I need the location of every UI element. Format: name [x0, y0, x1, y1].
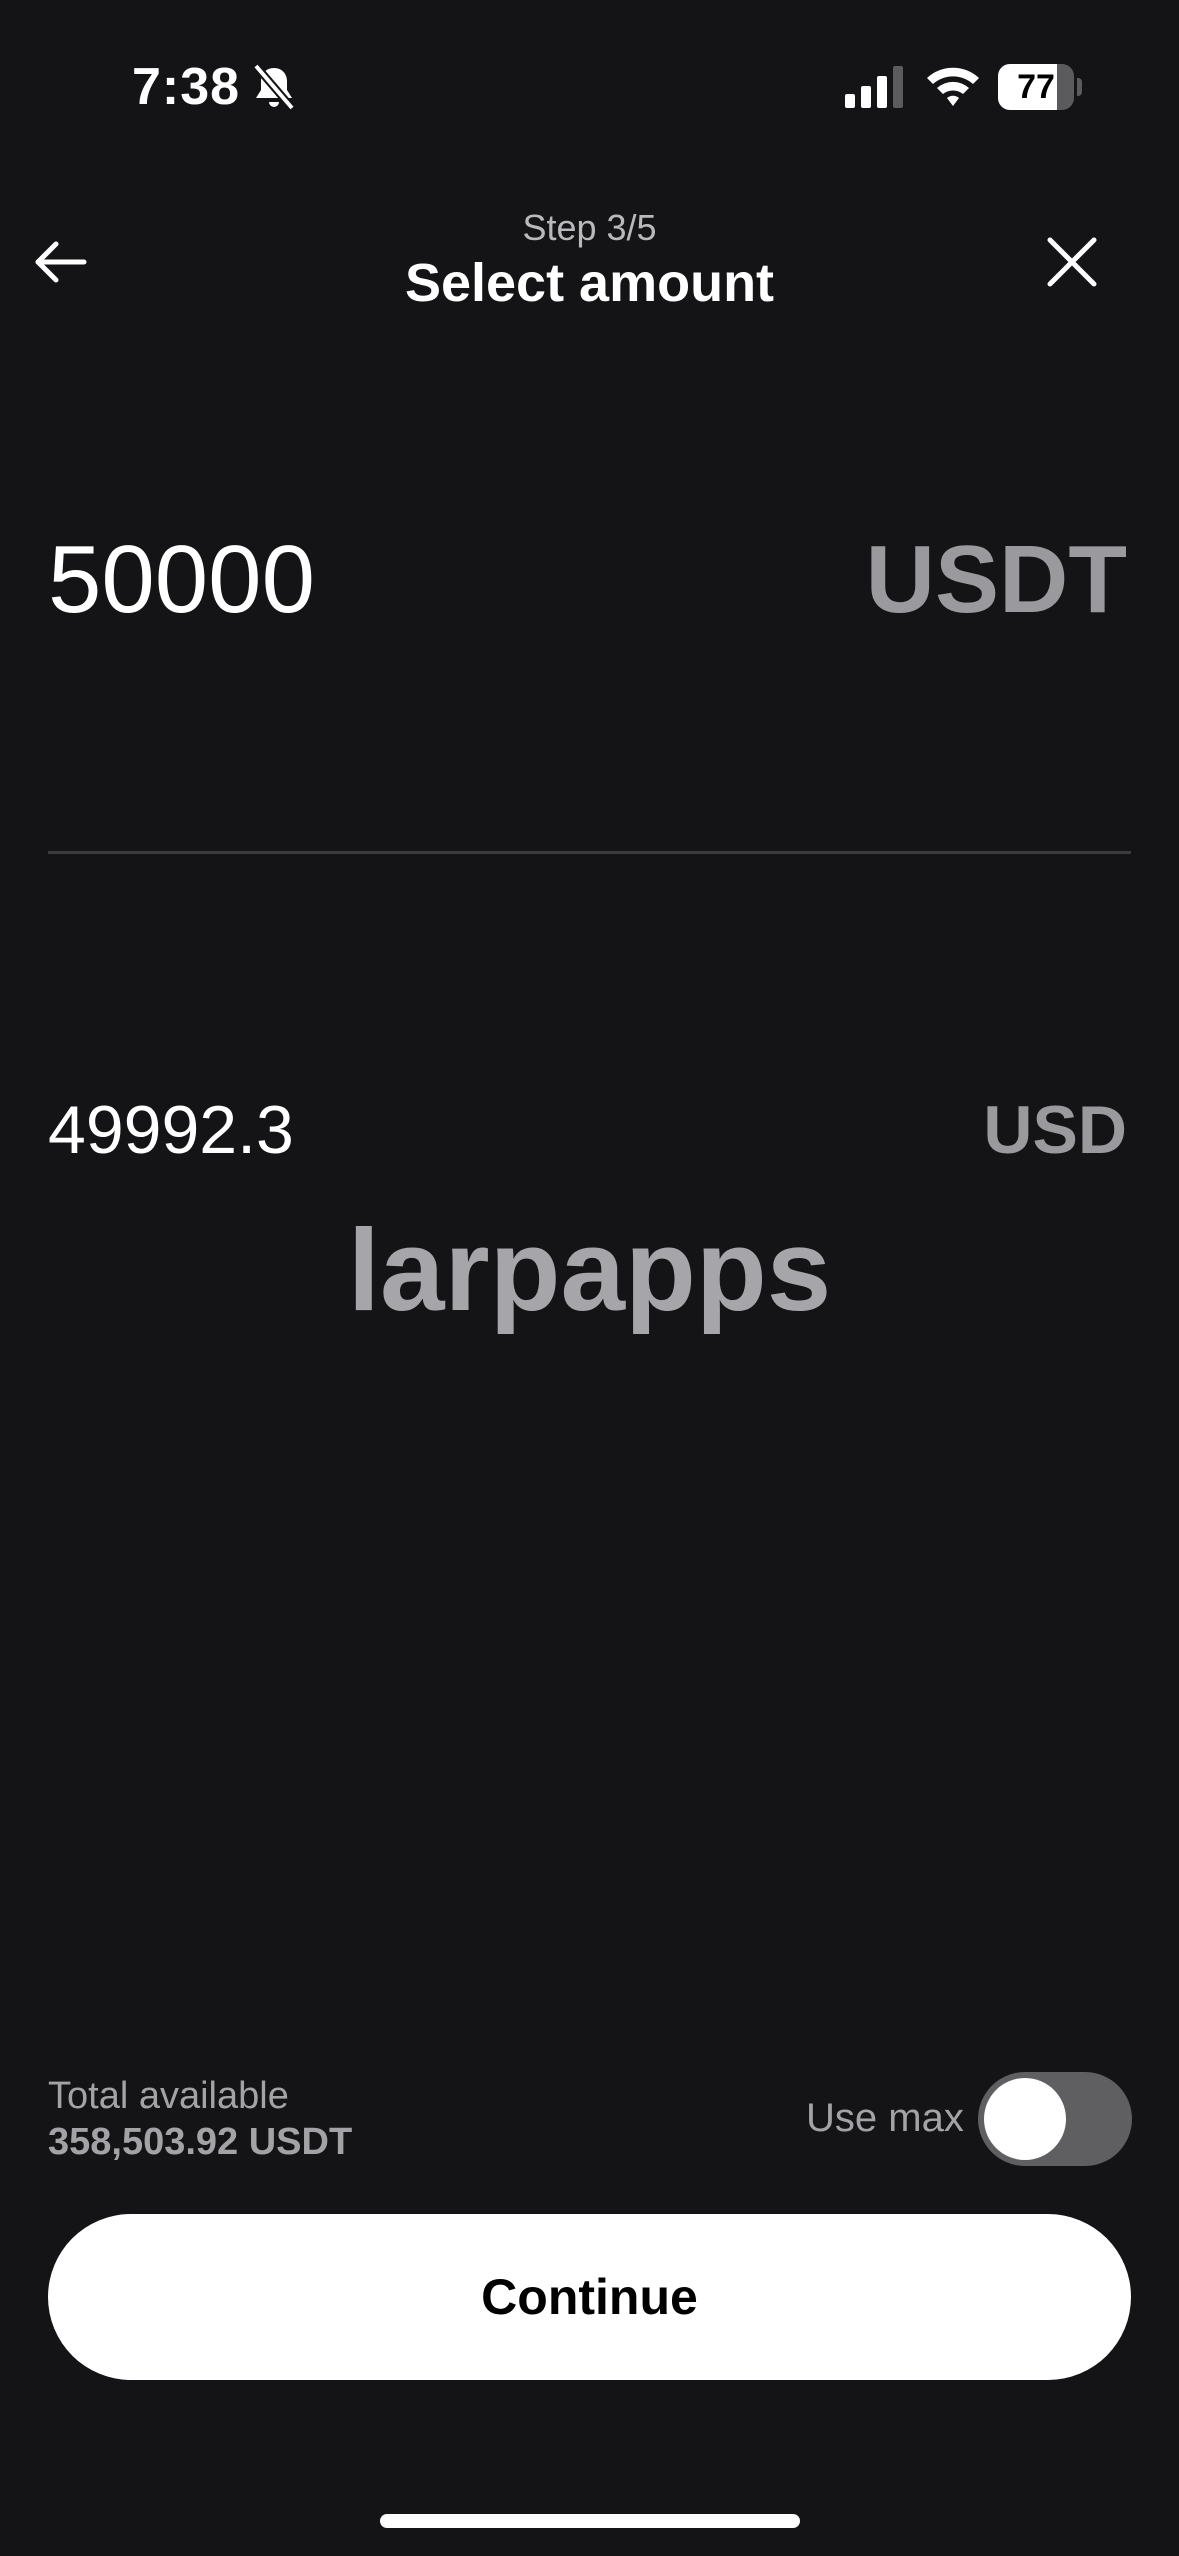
toggle-knob [984, 2078, 1066, 2160]
battery-level: 77 [1017, 68, 1055, 106]
home-indicator [380, 2514, 800, 2528]
step-indicator: Step 3/5 [522, 207, 657, 248]
converted-amount: 49992.3 [48, 1092, 294, 1168]
watermark: larpapps [347, 1205, 832, 1335]
cellular-signal-icon [845, 66, 905, 108]
close-icon [1047, 237, 1097, 287]
bell-muted-icon [252, 62, 296, 112]
wifi-icon [925, 62, 981, 110]
status-time: 7:38 [132, 58, 241, 116]
page-title: Select amount [404, 253, 775, 313]
amount-input[interactable] [48, 520, 848, 640]
converted-currency: USD [983, 1092, 1127, 1168]
use-max-label: Use max [806, 2096, 964, 2140]
close-button[interactable] [1040, 230, 1104, 294]
divider [48, 851, 1131, 854]
total-available-label: Total available [48, 2075, 289, 2117]
continue-button[interactable]: Continue [48, 2214, 1131, 2380]
use-max-toggle[interactable] [978, 2072, 1132, 2166]
amount-currency: USDT [865, 526, 1127, 633]
total-available-value: 358,503.92 USDT [48, 2121, 353, 2163]
battery-icon: 77 [998, 64, 1082, 110]
